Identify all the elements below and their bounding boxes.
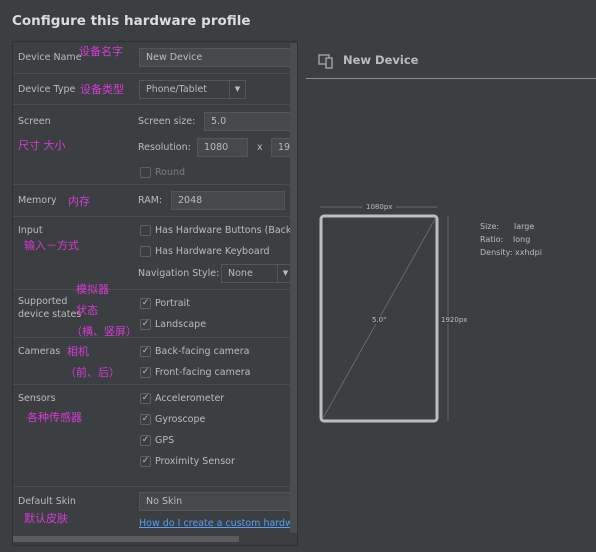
density-label: Density: [480, 248, 513, 257]
device-preview [319, 206, 449, 423]
custom-skin-link[interactable]: How do I create a custom hardware skin? [139, 518, 297, 529]
devices-icon [318, 53, 334, 72]
front-camera-checkbox[interactable]: ✓ [140, 367, 151, 378]
device-type-note: 设备类型 [80, 83, 124, 96]
sensor-label: Proximity Sensor [155, 456, 235, 467]
hardware-buttons-label: Has Hardware Buttons (Back/Home/Menu) [155, 225, 297, 236]
front-camera-label: Front-facing camera [155, 367, 251, 378]
default-skin-label: Default Skin [18, 496, 76, 507]
horizontal-scrollbar[interactable] [13, 536, 239, 542]
round-label: Round [155, 167, 186, 178]
sensors-note: 各种传感器 [27, 411, 82, 424]
ratio-value: long [513, 235, 531, 244]
sensor-label: Accelerometer [155, 393, 225, 404]
vertical-scrollbar[interactable] [290, 43, 297, 533]
device-name-input[interactable]: New Device [139, 48, 297, 67]
height-label: 1920px [441, 316, 468, 324]
screen-size-label: Screen size: [138, 116, 196, 127]
resolution-width-input[interactable]: 1080 [197, 138, 248, 157]
memory-label: Memory [18, 195, 57, 206]
states-label-2: device states [18, 309, 82, 320]
diagonal-label: 5.0" [372, 316, 387, 324]
resolution-label: Resolution: [138, 142, 191, 153]
dialog-title: Configure this hardware profile [12, 13, 251, 29]
back-camera-checkbox[interactable]: ✓ [140, 346, 151, 357]
density-value: xxhdpi [515, 248, 542, 257]
hardware-keyboard-checkbox[interactable] [140, 246, 151, 257]
gps-checkbox[interactable]: ✓ [140, 435, 151, 446]
default-skin-dropdown[interactable]: No Skin [139, 492, 297, 511]
navigation-style-value: None [228, 268, 253, 279]
portrait-label: Portrait [155, 298, 190, 309]
device-type-dropdown[interactable]: Phone/Tablet ▼ [139, 80, 246, 99]
default-skin-note: 默认皮肤 [24, 512, 68, 525]
sensor-label: Gyroscope [155, 414, 206, 425]
round-checkbox[interactable] [140, 167, 151, 178]
hardware-buttons-checkbox[interactable] [140, 225, 151, 236]
cameras-note-1: 相机 [67, 345, 89, 358]
form-panel: Device Name 设备名字 New Device Device Type … [12, 41, 298, 546]
screen-note: 尺寸 大小 [18, 139, 66, 152]
resolution-x: x [257, 142, 263, 153]
device-name-label: Device Name [18, 52, 82, 63]
device-name-note: 设备名字 [79, 45, 123, 58]
landscape-label: Landscape [155, 319, 207, 330]
states-note-1: 模拟器 [76, 283, 109, 296]
size-label: Size: [480, 222, 500, 231]
width-label: 1080px [366, 203, 393, 211]
sensors-label: Sensors [18, 393, 56, 404]
preview-device-name: New Device [343, 53, 419, 67]
chevron-down-icon: ▼ [229, 81, 245, 98]
screen-label: Screen [18, 116, 51, 127]
cameras-label: Cameras [18, 346, 61, 357]
states-label-1: Supported [18, 296, 68, 307]
back-camera-label: Back-facing camera [155, 346, 250, 357]
memory-note: 内存 [68, 195, 90, 208]
sensor-label: GPS [155, 435, 175, 446]
proximity-checkbox[interactable]: ✓ [140, 456, 151, 467]
device-type-value: Phone/Tablet [146, 84, 207, 95]
screen-size-input[interactable]: 5.0 [204, 112, 297, 131]
ram-label: RAM: [138, 195, 163, 206]
preview-divider [306, 78, 596, 79]
size-value: large [514, 222, 535, 231]
device-type-label: Device Type [18, 84, 76, 95]
gyroscope-checkbox[interactable]: ✓ [140, 414, 151, 425]
input-label: Input [18, 225, 43, 236]
navigation-style-label: Navigation Style: [138, 268, 220, 279]
accelerometer-checkbox[interactable]: ✓ [140, 393, 151, 404]
landscape-checkbox[interactable]: ✓ [140, 319, 151, 330]
hardware-keyboard-label: Has Hardware Keyboard [155, 246, 270, 257]
portrait-checkbox[interactable]: ✓ [140, 298, 151, 309]
ratio-label: Ratio: [480, 235, 504, 244]
states-note-2: 状态 [76, 304, 98, 317]
cameras-note-2: （前、后） [65, 366, 120, 379]
ram-input[interactable]: 2048 [171, 191, 285, 210]
input-note: 输入－方式 [24, 239, 79, 252]
navigation-style-dropdown[interactable]: None ▼ [221, 264, 294, 283]
